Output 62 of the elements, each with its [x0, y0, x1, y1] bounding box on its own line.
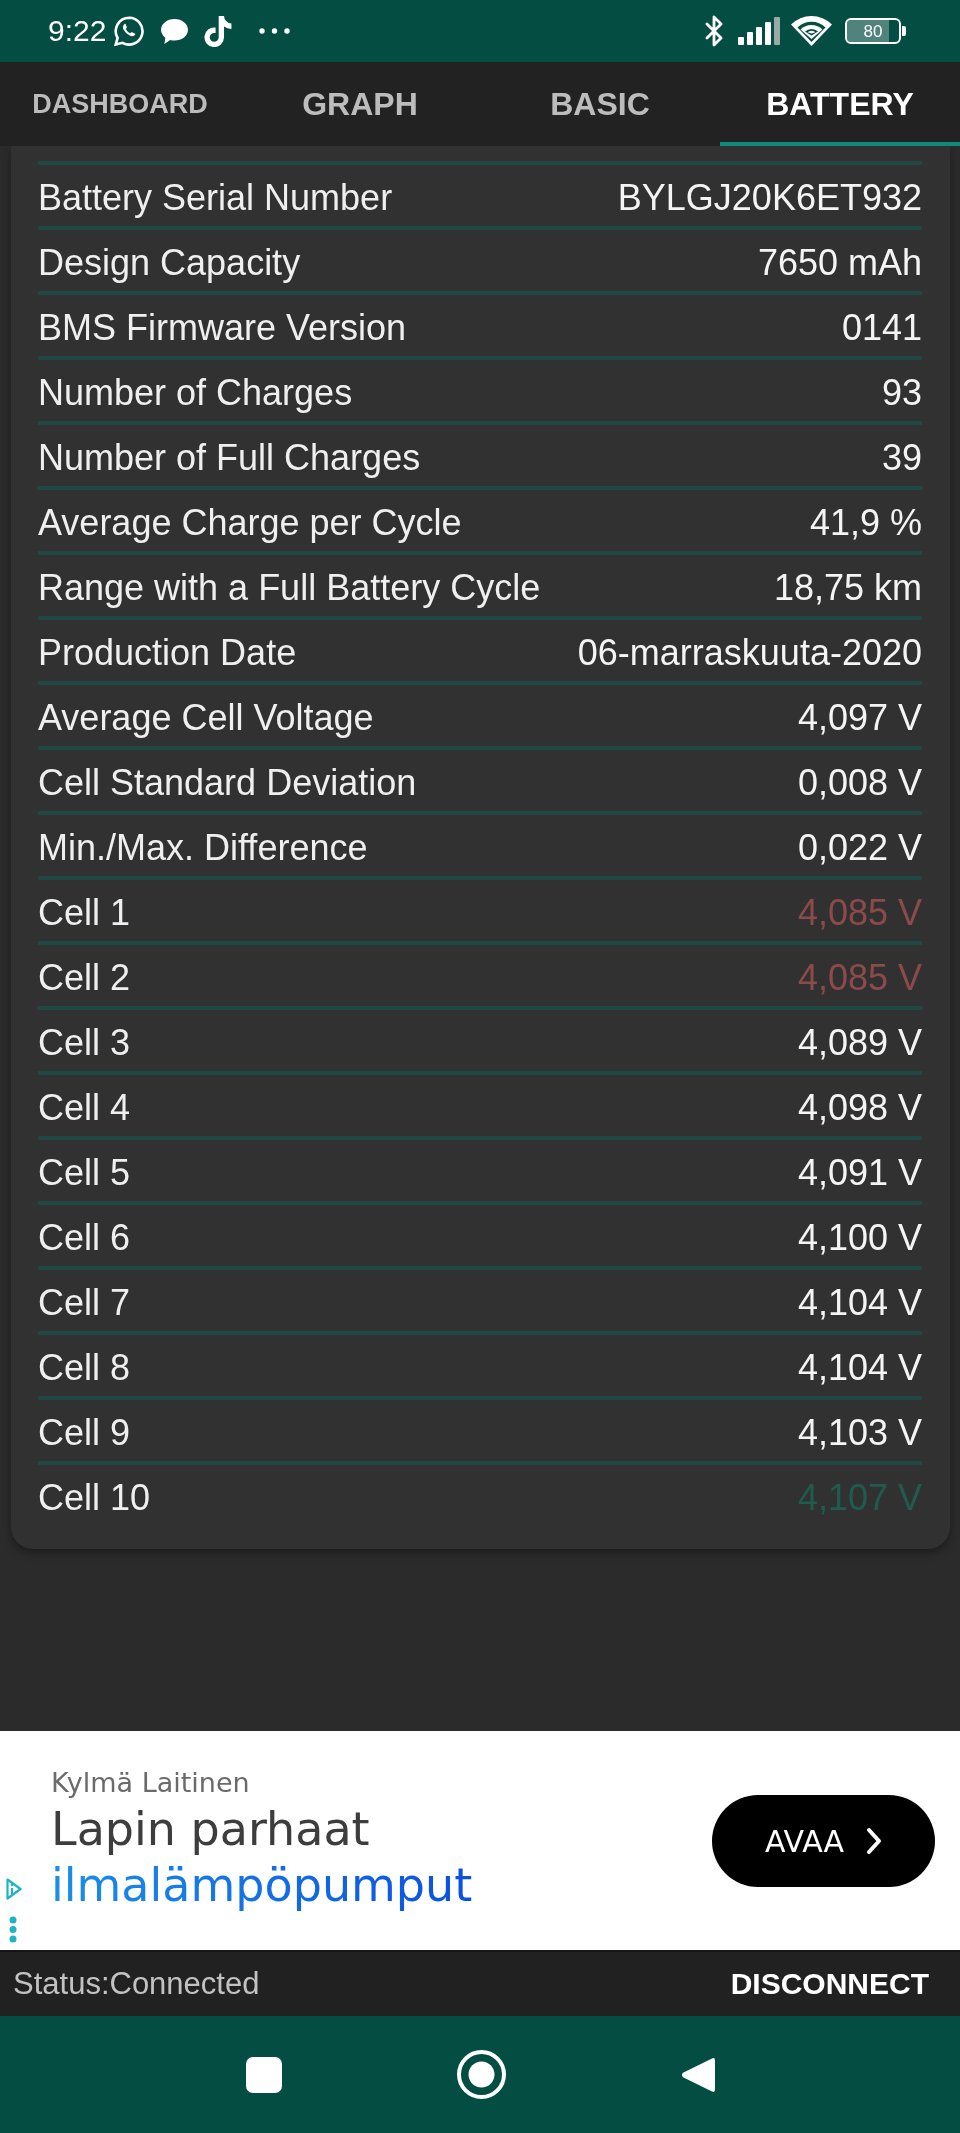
ad-banner[interactable]: Kylmä Laitinen Lapin parhaat ilmalämpöpumput AVAA	[0, 1731, 960, 1950]
field-label: Average Cell Voltage	[38, 696, 374, 739]
chat-bubble-icon	[161, 18, 189, 44]
field-value: 0,022 V	[797, 826, 922, 869]
field-value: 4,104 V	[797, 1281, 922, 1324]
field-value: 4,100 V	[797, 1216, 922, 1259]
tab[interactable]: GRAPH	[240, 62, 480, 146]
field-label: Number of Charges	[38, 371, 353, 414]
field-label: BMS Firmware Version	[38, 306, 407, 349]
tab[interactable]: BASIC	[480, 62, 720, 146]
field-value: 18,75 km	[773, 566, 922, 609]
field-label: Number of Full Charges	[38, 436, 421, 479]
field-value: 0141	[841, 306, 922, 349]
field-label: Average Charge per Cycle	[38, 501, 462, 544]
bluetooth-icon	[704, 15, 724, 47]
phone-bubble-icon	[114, 15, 146, 47]
field-value: 4,091 V	[797, 1151, 922, 1194]
field-label: Range with a Full Battery Cycle	[38, 566, 541, 609]
advertiser-name: Kylmä Laitinen	[51, 1766, 250, 1800]
field-label: Cell Standard Deviation	[38, 761, 417, 804]
tab[interactable]: DASHBOARD	[0, 62, 240, 146]
field-label: Cell 10	[38, 1476, 151, 1519]
field-value: 4,098 V	[797, 1086, 922, 1129]
field-label: Cell 1	[38, 891, 131, 934]
field-value: 7650 mAh	[757, 241, 922, 284]
field-value: 06-marraskuuta-2020	[577, 631, 922, 674]
field-label: Cell 2	[38, 956, 131, 999]
field-value: 4,104 V	[797, 1346, 922, 1389]
square-icon[interactable]	[245, 2056, 282, 2093]
field-value: 4,089 V	[797, 1021, 922, 1064]
field-label: Cell 8	[38, 1346, 131, 1389]
music-note-icon	[204, 15, 233, 47]
field-value: 4,085 V	[797, 956, 922, 999]
field-value: BYLGJ20K6ET932	[617, 176, 922, 219]
connection-status: Status:Connected	[13, 1966, 260, 2002]
wifi-icon	[791, 16, 832, 46]
field-label: Design Capacity	[38, 241, 301, 284]
field-label: Battery Serial Number	[38, 176, 393, 219]
field-value: 0,008 V	[797, 761, 922, 804]
field-label: Cell 3	[38, 1021, 131, 1064]
field-label: Cell 4	[38, 1086, 131, 1129]
field-value: 93	[881, 371, 922, 414]
field-value: 4,103 V	[797, 1411, 922, 1454]
field-label: Min./Max. Difference	[38, 826, 368, 869]
battery-indicator: 80	[845, 18, 906, 44]
field-value: 41,9 %	[809, 501, 922, 544]
field-label: Cell 5	[38, 1151, 131, 1194]
field-value: 4,085 V	[797, 891, 922, 934]
field-label: Cell 7	[38, 1281, 131, 1324]
disconnect-button[interactable]: DISCONNECT	[730, 1967, 929, 2001]
more-icon	[259, 28, 291, 34]
field-label: Production Date	[38, 631, 297, 674]
clock-time: 9:22	[48, 16, 107, 46]
field-label: Cell 9	[38, 1411, 131, 1454]
signal-icon	[738, 17, 780, 45]
field-label: Cell 6	[38, 1216, 131, 1259]
field-value: 4,097 V	[797, 696, 922, 739]
field-value: 39	[881, 436, 922, 479]
home-icon[interactable]	[456, 2050, 506, 2099]
chevron-right-icon	[866, 1827, 883, 1855]
ad-headline: Lapin parhaat	[51, 1801, 370, 1857]
open-button[interactable]: AVAA	[712, 1795, 935, 1887]
